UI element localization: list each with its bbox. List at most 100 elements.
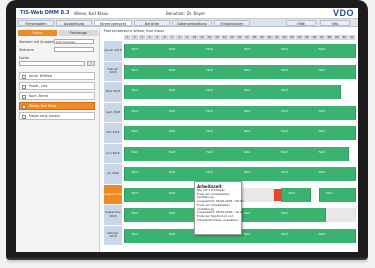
activity-bar[interactable] bbox=[281, 187, 312, 202]
day-column-header: 13 bbox=[214, 35, 222, 40]
sidebar-tab-fahrzeuge[interactable]: Fahrzeuge bbox=[59, 30, 98, 36]
activity-bar[interactable] bbox=[124, 187, 199, 202]
day-column-header: 29 bbox=[334, 35, 342, 40]
checkbox[interactable] bbox=[22, 84, 26, 89]
trip-label: Fahrt bbox=[243, 89, 251, 92]
trip-label: Fahrt bbox=[318, 68, 326, 72]
tab-hilfe[interactable]: Hilfe bbox=[286, 20, 316, 26]
trip-label: Fahrt bbox=[168, 130, 176, 133]
activity-bar[interactable] bbox=[124, 44, 356, 58]
period-select[interactable] bbox=[54, 47, 94, 52]
month-row-label[interactable]: Juni 2018 bbox=[104, 143, 122, 164]
day-column-header: 28 bbox=[326, 35, 334, 40]
title-bar: TIS-Web DMM 8.3 Wiese, Karl Klaus Benutz… bbox=[16, 8, 358, 19]
tab-einstellungen[interactable]: Einstellungen bbox=[214, 20, 250, 26]
trip-label: Fahrt bbox=[243, 171, 251, 174]
activity-bar[interactable] bbox=[124, 126, 356, 140]
tab-firmendaten[interactable]: Firmendaten bbox=[18, 20, 54, 26]
driver-list-item[interactable]: Mayer-Lenz, Johann bbox=[19, 112, 95, 120]
day-column-header: 14 bbox=[221, 35, 229, 40]
month-row-label[interactable]: Januar 2018 bbox=[104, 41, 122, 62]
day-column-header: 17 bbox=[244, 35, 252, 40]
month-row-label[interactable]: April 2018 bbox=[104, 102, 122, 123]
trip-label: Fahrt bbox=[131, 150, 139, 154]
driver-list-item[interactable]: Huber, Lutz bbox=[19, 82, 95, 90]
month-row-label[interactable]: Juli 2018 bbox=[104, 164, 122, 185]
trip-label: Fahrt bbox=[243, 48, 251, 51]
search-button[interactable]: › bbox=[87, 61, 95, 66]
idle-cell[interactable] bbox=[326, 208, 356, 222]
activity-bar[interactable] bbox=[124, 85, 342, 99]
search-input[interactable] bbox=[19, 61, 85, 66]
driver-name: Wiese, Karl Klaus bbox=[29, 104, 57, 108]
current-driver-label: Wiese, Karl Klaus bbox=[74, 11, 109, 16]
trip-label: Fahrt bbox=[168, 171, 176, 174]
checkbox[interactable] bbox=[22, 94, 26, 99]
trip-label: Fahrt bbox=[168, 68, 176, 72]
month-row-label[interactable]: August 2018 bbox=[104, 184, 122, 205]
trip-label: Fahrt bbox=[131, 130, 139, 133]
activity-bar[interactable] bbox=[124, 167, 356, 181]
trip-label: Fahrt bbox=[281, 171, 288, 174]
day-column-header: 20 bbox=[266, 35, 274, 40]
trip-label: Fahrt bbox=[318, 48, 326, 51]
trip-label: Fahrt bbox=[318, 171, 326, 174]
monitor-reflection bbox=[6, 257, 368, 264]
trip-label: Fahrt bbox=[131, 212, 139, 215]
day-column-header: 9 bbox=[184, 35, 192, 40]
driver-list-item[interactable]: Koch, Bernd bbox=[19, 92, 95, 100]
month-row-label[interactable]: März 2018 bbox=[104, 82, 122, 103]
trip-label: Fahrt bbox=[206, 109, 213, 113]
trip-label: Fahrt bbox=[281, 68, 288, 72]
trip-label: Fahrt bbox=[131, 232, 139, 236]
driver-list-item-selected[interactable]: Wiese, Karl Klaus bbox=[19, 102, 95, 110]
trip-label: Fahrt bbox=[243, 130, 251, 133]
trip-label: Fahrt bbox=[243, 212, 251, 215]
driver-name: Huber, Lutz bbox=[29, 84, 48, 88]
sidebar-tab-fahrer[interactable]: Fahrer bbox=[18, 30, 57, 36]
day-column-header: 26 bbox=[311, 35, 319, 40]
activity-bar[interactable] bbox=[124, 146, 349, 161]
tab-info[interactable]: Info bbox=[320, 20, 350, 26]
sidebar-tabs: Fahrer Fahrzeuge bbox=[18, 30, 98, 36]
day-column-header: 19 bbox=[259, 35, 267, 40]
tab-berichte[interactable]: Berichte bbox=[134, 20, 170, 26]
violation-cell[interactable] bbox=[273, 188, 281, 201]
trip-label: Fahrt bbox=[131, 89, 139, 92]
trip-label: Fahrt bbox=[318, 109, 326, 113]
group-select[interactable]: Alle Gruppen bbox=[54, 39, 94, 44]
trip-label: Fahrt bbox=[243, 150, 251, 154]
trip-label: Fahrt bbox=[318, 150, 326, 154]
month-row-label[interactable]: September 2018 bbox=[104, 205, 122, 226]
trip-label: Fahrt bbox=[281, 232, 288, 236]
trip-label: Fahrt bbox=[281, 89, 288, 92]
activity-bar[interactable] bbox=[318, 187, 356, 202]
day-column-header: 12 bbox=[206, 35, 214, 40]
checkbox[interactable] bbox=[22, 104, 26, 109]
driver-name: Mayer-Lenz, Johann bbox=[29, 114, 61, 118]
activity-bar[interactable] bbox=[124, 105, 356, 120]
day-column-header: 11 bbox=[199, 35, 207, 40]
schedule-title: Fahrerübersicht Wiese, Karl Klaus bbox=[104, 29, 165, 33]
activity-bar[interactable] bbox=[124, 64, 356, 79]
driver-list-item[interactable]: Arndt, Wilfried bbox=[19, 72, 95, 80]
day-column-header: 27 bbox=[319, 35, 327, 40]
month-row-label[interactable]: Oktober 2018 bbox=[104, 225, 122, 246]
tab-auswertung[interactable]: Auswertung bbox=[56, 20, 92, 26]
day-column-header: 8 bbox=[176, 35, 184, 40]
trip-label: Fahrt bbox=[168, 232, 176, 236]
trip-label: Fahrt bbox=[281, 48, 288, 51]
trip-label: Fahrt bbox=[168, 212, 176, 215]
checkbox[interactable] bbox=[22, 114, 26, 119]
tab-datenverwaltung[interactable]: Datenverwaltung bbox=[172, 20, 212, 26]
trip-label: Fahrt bbox=[243, 109, 251, 113]
day-column-header: 16 bbox=[236, 35, 244, 40]
tab-fahreruebersicht[interactable]: Fahrerübersicht bbox=[94, 20, 132, 26]
search-label: Suche bbox=[19, 56, 29, 60]
checkbox[interactable] bbox=[22, 74, 26, 79]
filter-label: Standort mit Gruppen bbox=[19, 40, 54, 44]
month-row-label[interactable]: Mai 2018 bbox=[104, 123, 122, 144]
trip-label: Fahrt bbox=[281, 150, 288, 154]
month-row-label[interactable]: Februar 2018 bbox=[104, 61, 122, 82]
app-window: TIS-Web DMM 8.3 Wiese, Karl Klaus Benutz… bbox=[16, 8, 358, 252]
